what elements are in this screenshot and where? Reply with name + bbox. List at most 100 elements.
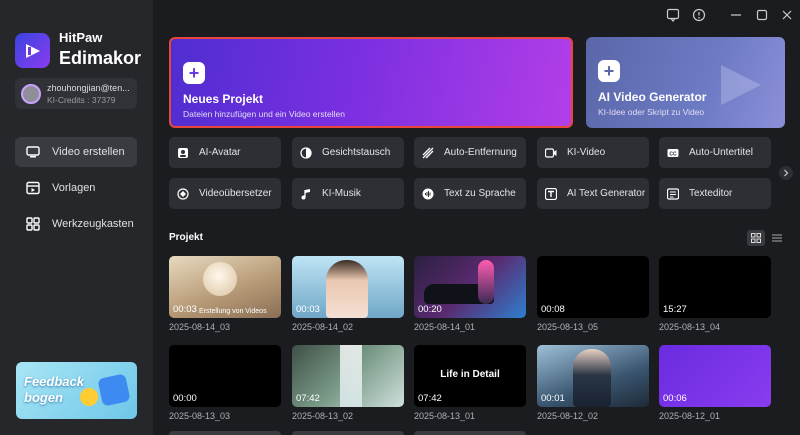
- account-card[interactable]: zhouhongjian@ten... KI-Credits : 37379: [15, 78, 137, 109]
- tool-auto-untertitel[interactable]: CC Auto-Untertitel: [659, 137, 771, 168]
- account-name: zhouhongjian@ten...: [47, 82, 130, 93]
- woman-figure: [573, 349, 611, 407]
- project-name: 2025-08-12_02: [537, 411, 599, 421]
- text-generator-icon: [545, 187, 557, 200]
- project-name: 2025-08-13_03: [169, 411, 231, 421]
- duration: 00:03: [296, 304, 320, 315]
- project-thumbnail-partial[interactable]: [292, 431, 404, 435]
- plus-icon: +: [183, 62, 205, 84]
- duration: 07:42: [296, 393, 320, 404]
- new-project-subtitle: Dateien hinzufügen und ein Video erstell…: [183, 109, 345, 119]
- project-thumbnail[interactable]: 00:20: [414, 256, 526, 318]
- tool-videouebersetzer[interactable]: Videoübersetzer: [169, 178, 281, 209]
- avatar: [21, 83, 41, 104]
- tool-auto-entfernung[interactable]: Auto-Entfernung: [414, 137, 526, 168]
- help-icon[interactable]: [692, 8, 706, 22]
- project-thumbnail[interactable]: 15:27: [659, 256, 771, 318]
- project-thumbnail[interactable]: 00:01: [537, 345, 649, 407]
- send-icon: [97, 373, 131, 407]
- tool-ki-musik[interactable]: KI-Musik: [292, 178, 404, 209]
- nav-video-erstellen[interactable]: Video erstellen: [15, 137, 137, 167]
- project-thumbnail[interactable]: 00:00: [169, 345, 281, 407]
- tool-label: Videoübersetzer: [199, 188, 272, 199]
- app-logo: [15, 33, 50, 68]
- nav-vorlagen[interactable]: Vorlagen: [15, 173, 137, 203]
- waterfall-shape: [340, 345, 362, 407]
- monitor-icon: [26, 145, 40, 159]
- tool-label: Texteditor: [689, 188, 733, 199]
- duration: 00:03: [173, 304, 197, 315]
- translate-icon: [177, 187, 189, 200]
- message-icon[interactable]: [666, 8, 680, 22]
- tool-label: AI Text Generator: [567, 188, 646, 199]
- duration: 15:27: [663, 304, 687, 315]
- tool-label: Gesichtstausch: [322, 147, 391, 158]
- project-thumbnail-partial[interactable]: [169, 431, 281, 435]
- project-name: 2025-08-14_02: [292, 322, 354, 332]
- project-thumbnail[interactable]: 00:08: [537, 256, 649, 318]
- duration: 00:00: [173, 393, 197, 404]
- minimize-icon[interactable]: [729, 8, 743, 22]
- music-icon: [300, 188, 312, 200]
- ai-video-generator-title: AI Video Generator: [598, 90, 707, 104]
- project-name: 2025-08-13_04: [659, 322, 721, 332]
- project-thumbnail[interactable]: Erstellung von Videos 00:03: [169, 256, 281, 318]
- template-icon: [26, 181, 40, 195]
- avatar-icon: [177, 147, 189, 159]
- project-thumbnail[interactable]: 07:42: [292, 345, 404, 407]
- grid-view-icon[interactable]: [747, 230, 765, 246]
- tool-label: Auto-Untertitel: [689, 147, 753, 158]
- duration: 00:20: [418, 304, 442, 315]
- close-icon[interactable]: [780, 8, 794, 22]
- face-swap-icon: [300, 146, 312, 159]
- tool-label: Text zu Sprache: [444, 188, 516, 199]
- tool-text-zu-sprache[interactable]: Text zu Sprache: [414, 178, 526, 209]
- ai-video-generator-card[interactable]: + AI Video Generator KI-Idee oder Skript…: [586, 37, 785, 128]
- projects-heading: Projekt: [169, 232, 203, 243]
- project-name: 2025-08-13_01: [414, 411, 476, 421]
- list-view-icon[interactable]: [770, 230, 784, 246]
- new-project-title: Neues Projekt: [183, 92, 264, 106]
- feedback-line1: Feedback: [24, 374, 84, 389]
- project-thumbnail-partial[interactable]: [414, 431, 526, 435]
- woman-portrait: [326, 260, 368, 318]
- duration: 00:01: [541, 393, 565, 404]
- thumbnail-overlay-text: Life in Detail: [440, 369, 500, 380]
- cupid-figure: [203, 262, 237, 296]
- thumbnail-overlay-text: Erstellung von Videos: [199, 308, 267, 315]
- ai-video-icon: [545, 147, 557, 159]
- nav-label: Werkzeugkasten: [52, 218, 134, 230]
- nav-werkzeugkasten[interactable]: Werkzeugkasten: [15, 209, 137, 239]
- duration: 07:42: [418, 393, 442, 404]
- play-icon: [721, 65, 761, 105]
- figure-shape: [478, 260, 494, 304]
- feedback-line2: bogen: [24, 390, 63, 405]
- tool-ki-video[interactable]: KI-Video: [537, 137, 649, 168]
- tool-label: AI-Avatar: [199, 147, 241, 158]
- chevron-right-icon[interactable]: [779, 166, 793, 180]
- project-thumbnail[interactable]: 00:06: [659, 345, 771, 407]
- toolbox-icon: [26, 217, 40, 231]
- project-thumbnail[interactable]: Life in Detail 07:42: [414, 345, 526, 407]
- project-name: 2025-08-12_01: [659, 411, 721, 421]
- tts-icon: [422, 188, 434, 200]
- emoji-icon: [80, 388, 98, 406]
- ai-video-generator-subtitle: KI-Idee oder Skript zu Video: [598, 107, 705, 117]
- ai-credits: KI-Credits : 37379: [47, 94, 116, 105]
- project-thumbnail[interactable]: 00:03: [292, 256, 404, 318]
- svg-text:CC: CC: [669, 151, 677, 157]
- app-logo-icon: [25, 43, 40, 58]
- maximize-icon[interactable]: [755, 8, 769, 22]
- nav-label: Vorlagen: [52, 182, 96, 194]
- tool-texteditor[interactable]: Texteditor: [659, 178, 771, 209]
- text-editor-icon: [667, 187, 679, 200]
- feedback-banner[interactable]: Feedback bogen: [16, 362, 137, 419]
- tool-ai-text-generator[interactable]: AI Text Generator: [537, 178, 649, 209]
- new-project-card[interactable]: + Neues Projekt Dateien hinzufügen und e…: [169, 37, 573, 128]
- tool-gesichtstausch[interactable]: Gesichtstausch: [292, 137, 404, 168]
- project-name: 2025-08-14_01: [414, 322, 476, 332]
- project-name: 2025-08-13_05: [537, 322, 599, 332]
- remove-icon: [422, 147, 434, 159]
- sidebar: HitPaw Edimakor zhouhongjian@ten... KI-C…: [0, 0, 153, 435]
- tool-ai-avatar[interactable]: AI-Avatar: [169, 137, 281, 168]
